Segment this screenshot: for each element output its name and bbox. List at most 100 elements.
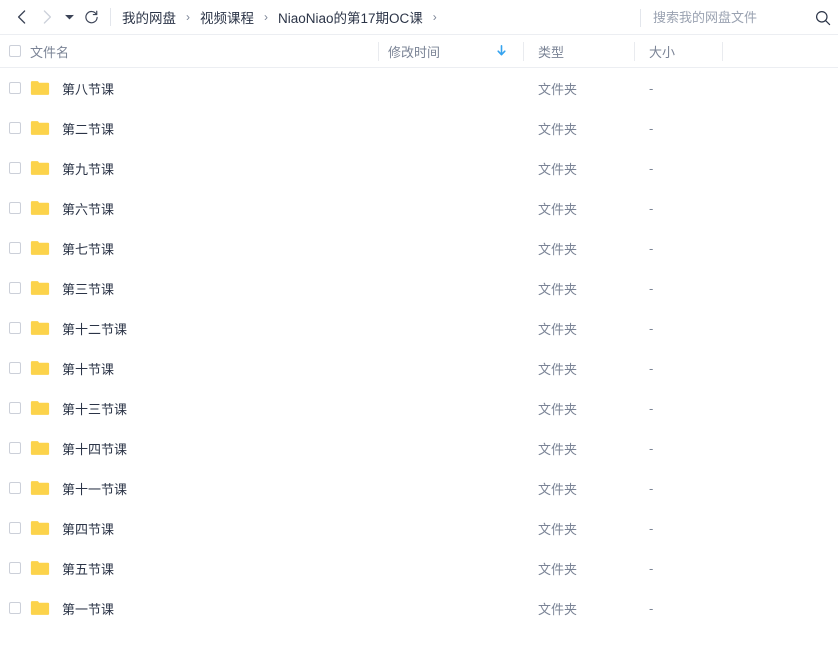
row-checkbox[interactable] <box>9 482 21 494</box>
search-button[interactable] <box>808 0 838 35</box>
file-type-cell: 文件夹 <box>523 519 634 538</box>
row-checkbox[interactable] <box>9 322 21 334</box>
back-button[interactable] <box>8 4 34 30</box>
folder-icon <box>30 120 50 136</box>
table-row[interactable]: 第五节课 文件夹 - <box>0 548 838 588</box>
sort-descending-icon[interactable] <box>496 45 507 57</box>
file-name-cell: 第九节课 <box>30 159 378 178</box>
row-checkbox[interactable] <box>9 442 21 454</box>
file-name-label[interactable]: 第二节课 <box>62 119 114 138</box>
folder-icon <box>30 240 50 256</box>
file-size-cell: - <box>634 241 722 256</box>
row-checkbox[interactable] <box>9 562 21 574</box>
breadcrumb: 我的网盘 › 视频课程 › NiaoNiao的第17期OC课 › <box>121 0 446 34</box>
row-checkbox-cell <box>0 282 30 294</box>
row-checkbox[interactable] <box>9 162 21 174</box>
toolbar-divider <box>110 8 111 26</box>
row-checkbox-cell <box>0 442 30 454</box>
row-checkbox-cell <box>0 122 30 134</box>
breadcrumb-item-root[interactable]: 我的网盘 <box>121 7 177 27</box>
file-name-label[interactable]: 第十二节课 <box>62 319 127 338</box>
file-size-cell: - <box>634 321 722 336</box>
table-row[interactable]: 第十节课 文件夹 - <box>0 348 838 388</box>
file-name-cell: 第一节课 <box>30 599 378 618</box>
row-checkbox[interactable] <box>9 122 21 134</box>
file-name-label[interactable]: 第六节课 <box>62 199 114 218</box>
table-row[interactable]: 第十一节课 文件夹 - <box>0 468 838 508</box>
refresh-button[interactable] <box>78 4 104 30</box>
row-checkbox[interactable] <box>9 82 21 94</box>
row-checkbox[interactable] <box>9 242 21 254</box>
forward-button[interactable] <box>34 4 60 30</box>
file-size-cell: - <box>634 281 722 296</box>
breadcrumb-separator: › <box>255 10 277 24</box>
table-row[interactable]: 第九节课 文件夹 - <box>0 148 838 188</box>
file-name-label[interactable]: 第十一节课 <box>62 479 127 498</box>
file-name-label[interactable]: 第五节课 <box>62 559 114 578</box>
table-row[interactable]: 第十三节课 文件夹 - <box>0 388 838 428</box>
chevron-left-icon <box>17 10 26 24</box>
row-checkbox[interactable] <box>9 602 21 614</box>
file-name-cell: 第二节课 <box>30 119 378 138</box>
folder-icon <box>30 400 50 416</box>
file-name-label[interactable]: 第十四节课 <box>62 439 127 458</box>
row-checkbox[interactable] <box>9 522 21 534</box>
breadcrumb-item-video-courses[interactable]: 视频课程 <box>199 7 255 27</box>
history-dropdown-button[interactable] <box>60 4 78 30</box>
file-size-cell: - <box>634 401 722 416</box>
navigation-buttons <box>0 0 121 34</box>
row-checkbox[interactable] <box>9 202 21 214</box>
table-header-row: 文件名 修改时间 类型 大小 <box>0 35 838 68</box>
row-checkbox-cell <box>0 202 30 214</box>
file-size-cell: - <box>634 121 722 136</box>
file-name-cell: 第十三节课 <box>30 399 378 418</box>
file-type-cell: 文件夹 <box>523 559 634 578</box>
table-row[interactable]: 第一节课 文件夹 - <box>0 588 838 628</box>
column-header-type[interactable]: 类型 <box>523 42 634 61</box>
file-name-cell: 第十二节课 <box>30 319 378 338</box>
file-name-label[interactable]: 第十三节课 <box>62 399 127 418</box>
file-size-cell: - <box>634 481 722 496</box>
folder-icon <box>30 360 50 376</box>
file-name-label[interactable]: 第八节课 <box>62 79 114 98</box>
table-row[interactable]: 第十四节课 文件夹 - <box>0 428 838 468</box>
table-row[interactable]: 第六节课 文件夹 - <box>0 188 838 228</box>
file-name-label[interactable]: 第十节课 <box>62 359 114 378</box>
row-checkbox-cell <box>0 82 30 94</box>
table-row[interactable]: 第八节课 文件夹 - <box>0 68 838 108</box>
file-name-cell: 第八节课 <box>30 79 378 98</box>
folder-icon <box>30 200 50 216</box>
caret-down-icon <box>65 14 74 20</box>
row-checkbox-cell <box>0 522 30 534</box>
table-row[interactable]: 第四节课 文件夹 - <box>0 508 838 548</box>
row-checkbox[interactable] <box>9 402 21 414</box>
file-name-label[interactable]: 第三节课 <box>62 279 114 298</box>
table-row[interactable]: 第三节课 文件夹 - <box>0 268 838 308</box>
row-checkbox[interactable] <box>9 362 21 374</box>
column-header-modified[interactable]: 修改时间 <box>378 42 523 61</box>
breadcrumb-item-current[interactable]: NiaoNiao的第17期OC课 <box>277 7 424 27</box>
column-header-size[interactable]: 大小 <box>634 42 722 61</box>
file-name-label[interactable]: 第九节课 <box>62 159 114 178</box>
folder-icon <box>30 440 50 456</box>
file-size-cell: - <box>634 201 722 216</box>
select-all-checkbox[interactable] <box>9 45 21 57</box>
file-type-cell: 文件夹 <box>523 79 634 98</box>
file-name-cell: 第六节课 <box>30 199 378 218</box>
column-header-name[interactable]: 文件名 <box>30 42 378 61</box>
file-size-cell: - <box>634 441 722 456</box>
search-input[interactable] <box>653 10 808 25</box>
table-row[interactable]: 第十二节课 文件夹 - <box>0 308 838 348</box>
row-checkbox-cell <box>0 402 30 414</box>
table-row[interactable]: 第二节课 文件夹 - <box>0 108 838 148</box>
file-name-label[interactable]: 第一节课 <box>62 599 114 618</box>
file-size-cell: - <box>634 161 722 176</box>
table-row[interactable]: 第七节课 文件夹 - <box>0 228 838 268</box>
file-name-label[interactable]: 第七节课 <box>62 239 114 258</box>
file-name-label[interactable]: 第四节课 <box>62 519 114 538</box>
file-name-cell: 第五节课 <box>30 559 378 578</box>
file-type-cell: 文件夹 <box>523 199 634 218</box>
row-checkbox[interactable] <box>9 282 21 294</box>
file-type-cell: 文件夹 <box>523 359 634 378</box>
file-type-cell: 文件夹 <box>523 399 634 418</box>
